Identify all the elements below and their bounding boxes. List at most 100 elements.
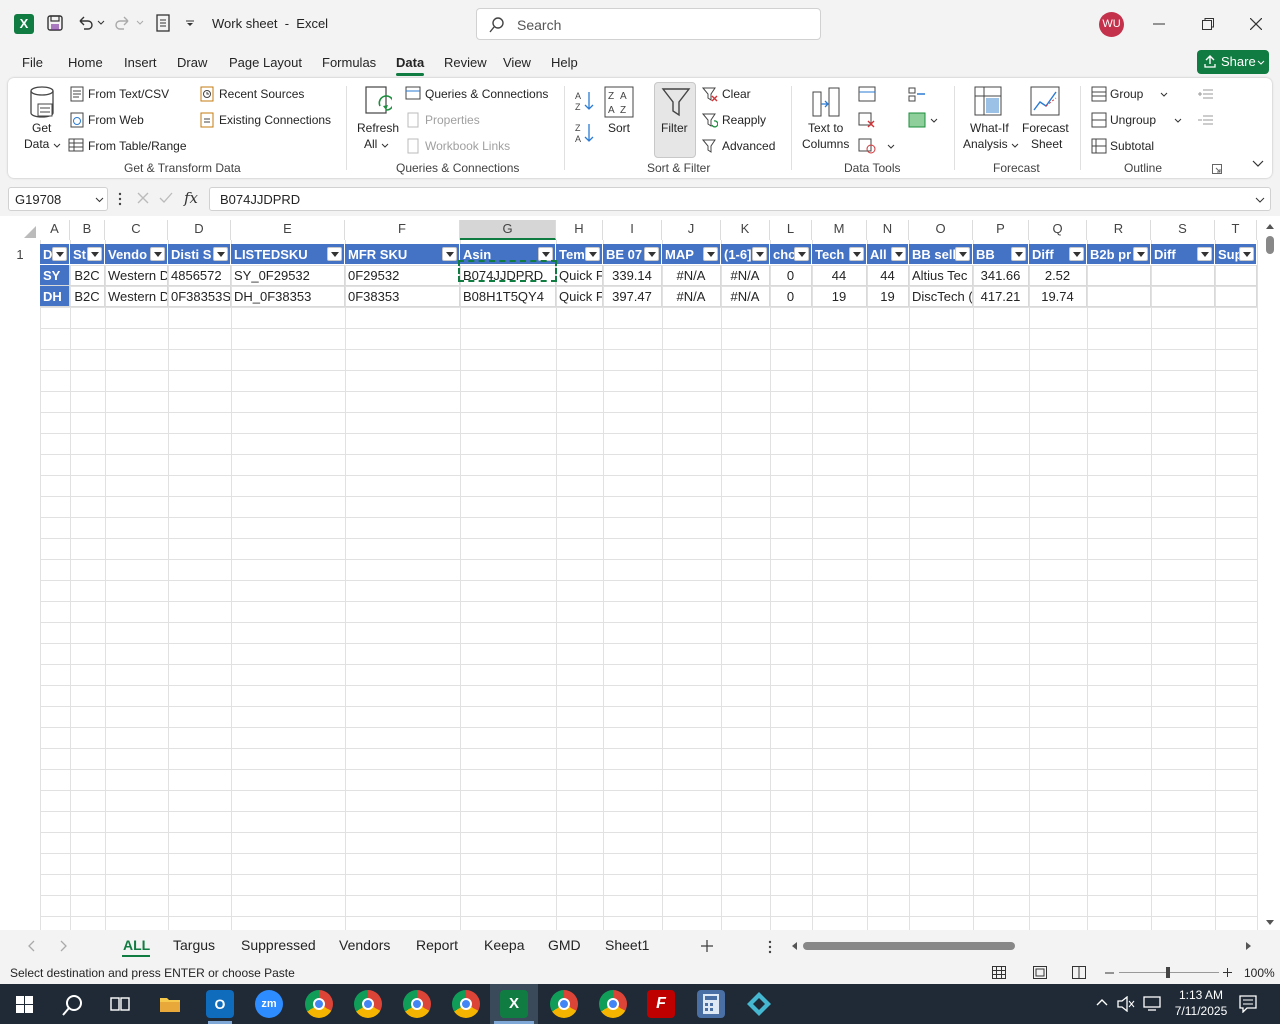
filter-dropdown-button[interactable] <box>891 247 906 261</box>
form-icon[interactable] <box>155 14 171 32</box>
page-layout-view-icon[interactable] <box>1033 966 1047 979</box>
filter-dropdown-button[interactable] <box>1133 247 1148 261</box>
table-cell[interactable] <box>1151 286 1215 307</box>
chrome-icon-3[interactable] <box>403 990 431 1018</box>
close-icon[interactable] <box>1250 18 1262 30</box>
group-button[interactable]: Group <box>1110 87 1143 101</box>
page-break-view-icon[interactable] <box>1072 966 1086 979</box>
column-header-g[interactable]: G <box>460 220 556 240</box>
sheet-tab-all[interactable]: ALL <box>123 937 150 953</box>
tab-page-layout[interactable]: Page Layout <box>229 55 302 70</box>
chrome-icon-4[interactable] <box>452 990 480 1018</box>
name-box-dropdown-icon[interactable] <box>95 197 104 203</box>
windows-start-icon[interactable] <box>16 996 33 1013</box>
filter-dropdown-button[interactable] <box>1239 247 1254 261</box>
filter-dropdown-button[interactable] <box>849 247 864 261</box>
outlook-icon[interactable]: O <box>206 990 234 1018</box>
tab-options-icon[interactable] <box>768 940 772 954</box>
recent-sources-button[interactable]: Recent Sources <box>219 87 304 101</box>
clear-button[interactable]: Clear <box>722 87 751 101</box>
filter-dropdown-button[interactable] <box>794 247 809 261</box>
column-header-e[interactable]: E <box>231 220 345 240</box>
sheet-tab-keepa[interactable]: Keepa <box>484 937 524 953</box>
column-header-i[interactable]: I <box>603 220 662 240</box>
table-cell[interactable]: #N/A <box>662 265 721 286</box>
column-header-c[interactable]: C <box>105 220 168 240</box>
tab-help[interactable]: Help <box>551 55 578 70</box>
column-header-l[interactable]: L <box>770 220 812 240</box>
column-header-t[interactable]: T <box>1215 220 1257 240</box>
table-cell[interactable]: B2C <box>70 286 105 307</box>
column-header-o[interactable]: O <box>909 220 973 240</box>
relationships-dropdown-icon[interactable] <box>930 118 938 123</box>
filter-dropdown-button[interactable] <box>752 247 767 261</box>
table-header-cell[interactable]: Tem <box>556 244 603 265</box>
minimize-icon[interactable] <box>1153 23 1165 25</box>
table-header-cell[interactable]: chc <box>770 244 812 265</box>
excel-taskbar-icon[interactable]: X <box>500 990 528 1018</box>
table-cell[interactable]: DiscTech ( <box>909 286 973 307</box>
reapply-button[interactable]: Reapply <box>722 113 766 127</box>
filter-dropdown-button[interactable] <box>87 247 102 261</box>
table-cell[interactable]: DH_0F38353 <box>231 286 345 307</box>
existing-connections-button[interactable]: Existing Connections <box>219 113 331 127</box>
taskbar-search-icon[interactable] <box>62 994 84 1016</box>
from-table-range-button[interactable]: From Table/Range <box>88 139 187 153</box>
vertical-scroll-thumb[interactable] <box>1266 236 1274 254</box>
column-header-r[interactable]: R <box>1087 220 1151 240</box>
zoom-icon[interactable]: zm <box>255 990 283 1018</box>
table-cell[interactable]: B2C <box>70 265 105 286</box>
consolidate-icon[interactable] <box>908 86 926 102</box>
table-cell[interactable]: 417.21 <box>973 286 1029 307</box>
clock-time[interactable]: 1:13 AM <box>1172 988 1230 1002</box>
table-cell[interactable]: 44 <box>812 265 867 286</box>
table-cell[interactable]: SY <box>40 265 70 286</box>
table-header-cell[interactable]: D <box>40 244 70 265</box>
next-sheet-icon[interactable] <box>60 940 68 952</box>
column-header-k[interactable]: K <box>721 220 770 240</box>
filezilla-icon[interactable]: F <box>647 990 675 1018</box>
tab-insert[interactable]: Insert <box>124 55 157 70</box>
filter-dropdown-button[interactable] <box>585 247 600 261</box>
zoom-out-icon[interactable] <box>1105 972 1114 974</box>
show-hidden-icons[interactable] <box>1096 998 1108 1006</box>
remove-duplicates-icon[interactable] <box>858 112 876 128</box>
table-cell[interactable] <box>1215 286 1257 307</box>
filter-dropdown-button[interactable] <box>327 247 342 261</box>
search-box[interactable]: Search <box>476 8 821 40</box>
sheet-tab-sheet1[interactable]: Sheet1 <box>605 937 649 953</box>
column-header-a[interactable]: A <box>40 220 70 240</box>
sort-z-a-icon[interactable]: ZA <box>574 122 596 144</box>
table-header-cell[interactable]: MAP <box>662 244 721 265</box>
insert-function-icon[interactable]: fx <box>184 189 198 207</box>
zoom-in-icon[interactable] <box>1223 968 1232 977</box>
undo-dropdown-icon[interactable] <box>97 20 105 26</box>
column-header-f[interactable]: F <box>345 220 460 240</box>
collapse-ribbon-icon[interactable] <box>1252 160 1264 168</box>
volume-muted-icon[interactable] <box>1117 996 1135 1012</box>
table-cell[interactable]: B08H1T5QY4 <box>460 286 556 307</box>
queries-connections-button[interactable]: Queries & Connections <box>425 87 548 101</box>
table-cell[interactable]: 341.66 <box>973 265 1029 286</box>
filter-dropdown-button[interactable] <box>442 247 457 261</box>
table-cell[interactable]: SY_0F29532 <box>231 265 345 286</box>
scroll-down-icon[interactable] <box>1265 919 1275 927</box>
table-header-cell[interactable]: St <box>70 244 105 265</box>
sheet-tab-report[interactable]: Report <box>416 937 458 953</box>
task-view-icon[interactable] <box>110 995 130 1013</box>
table-cell[interactable] <box>1087 265 1151 286</box>
table-cell[interactable]: Altius Tec <box>909 265 973 286</box>
scroll-up-icon[interactable] <box>1265 222 1275 230</box>
normal-view-icon[interactable] <box>992 966 1006 979</box>
avatar[interactable]: WU <box>1099 12 1124 37</box>
from-text-csv-button[interactable]: From Text/CSV <box>88 87 169 101</box>
zoom-slider-thumb[interactable] <box>1166 967 1170 978</box>
table-cell[interactable]: Western D <box>105 265 168 286</box>
table-header-cell[interactable]: BB sell <box>909 244 973 265</box>
tab-review[interactable]: Review <box>444 55 487 70</box>
data-validation-dropdown-icon[interactable] <box>887 144 895 149</box>
chrome-icon-5[interactable] <box>550 990 578 1018</box>
data-validation-icon[interactable] <box>858 138 876 154</box>
tab-home[interactable]: Home <box>68 55 103 70</box>
column-header-q[interactable]: Q <box>1029 220 1087 240</box>
